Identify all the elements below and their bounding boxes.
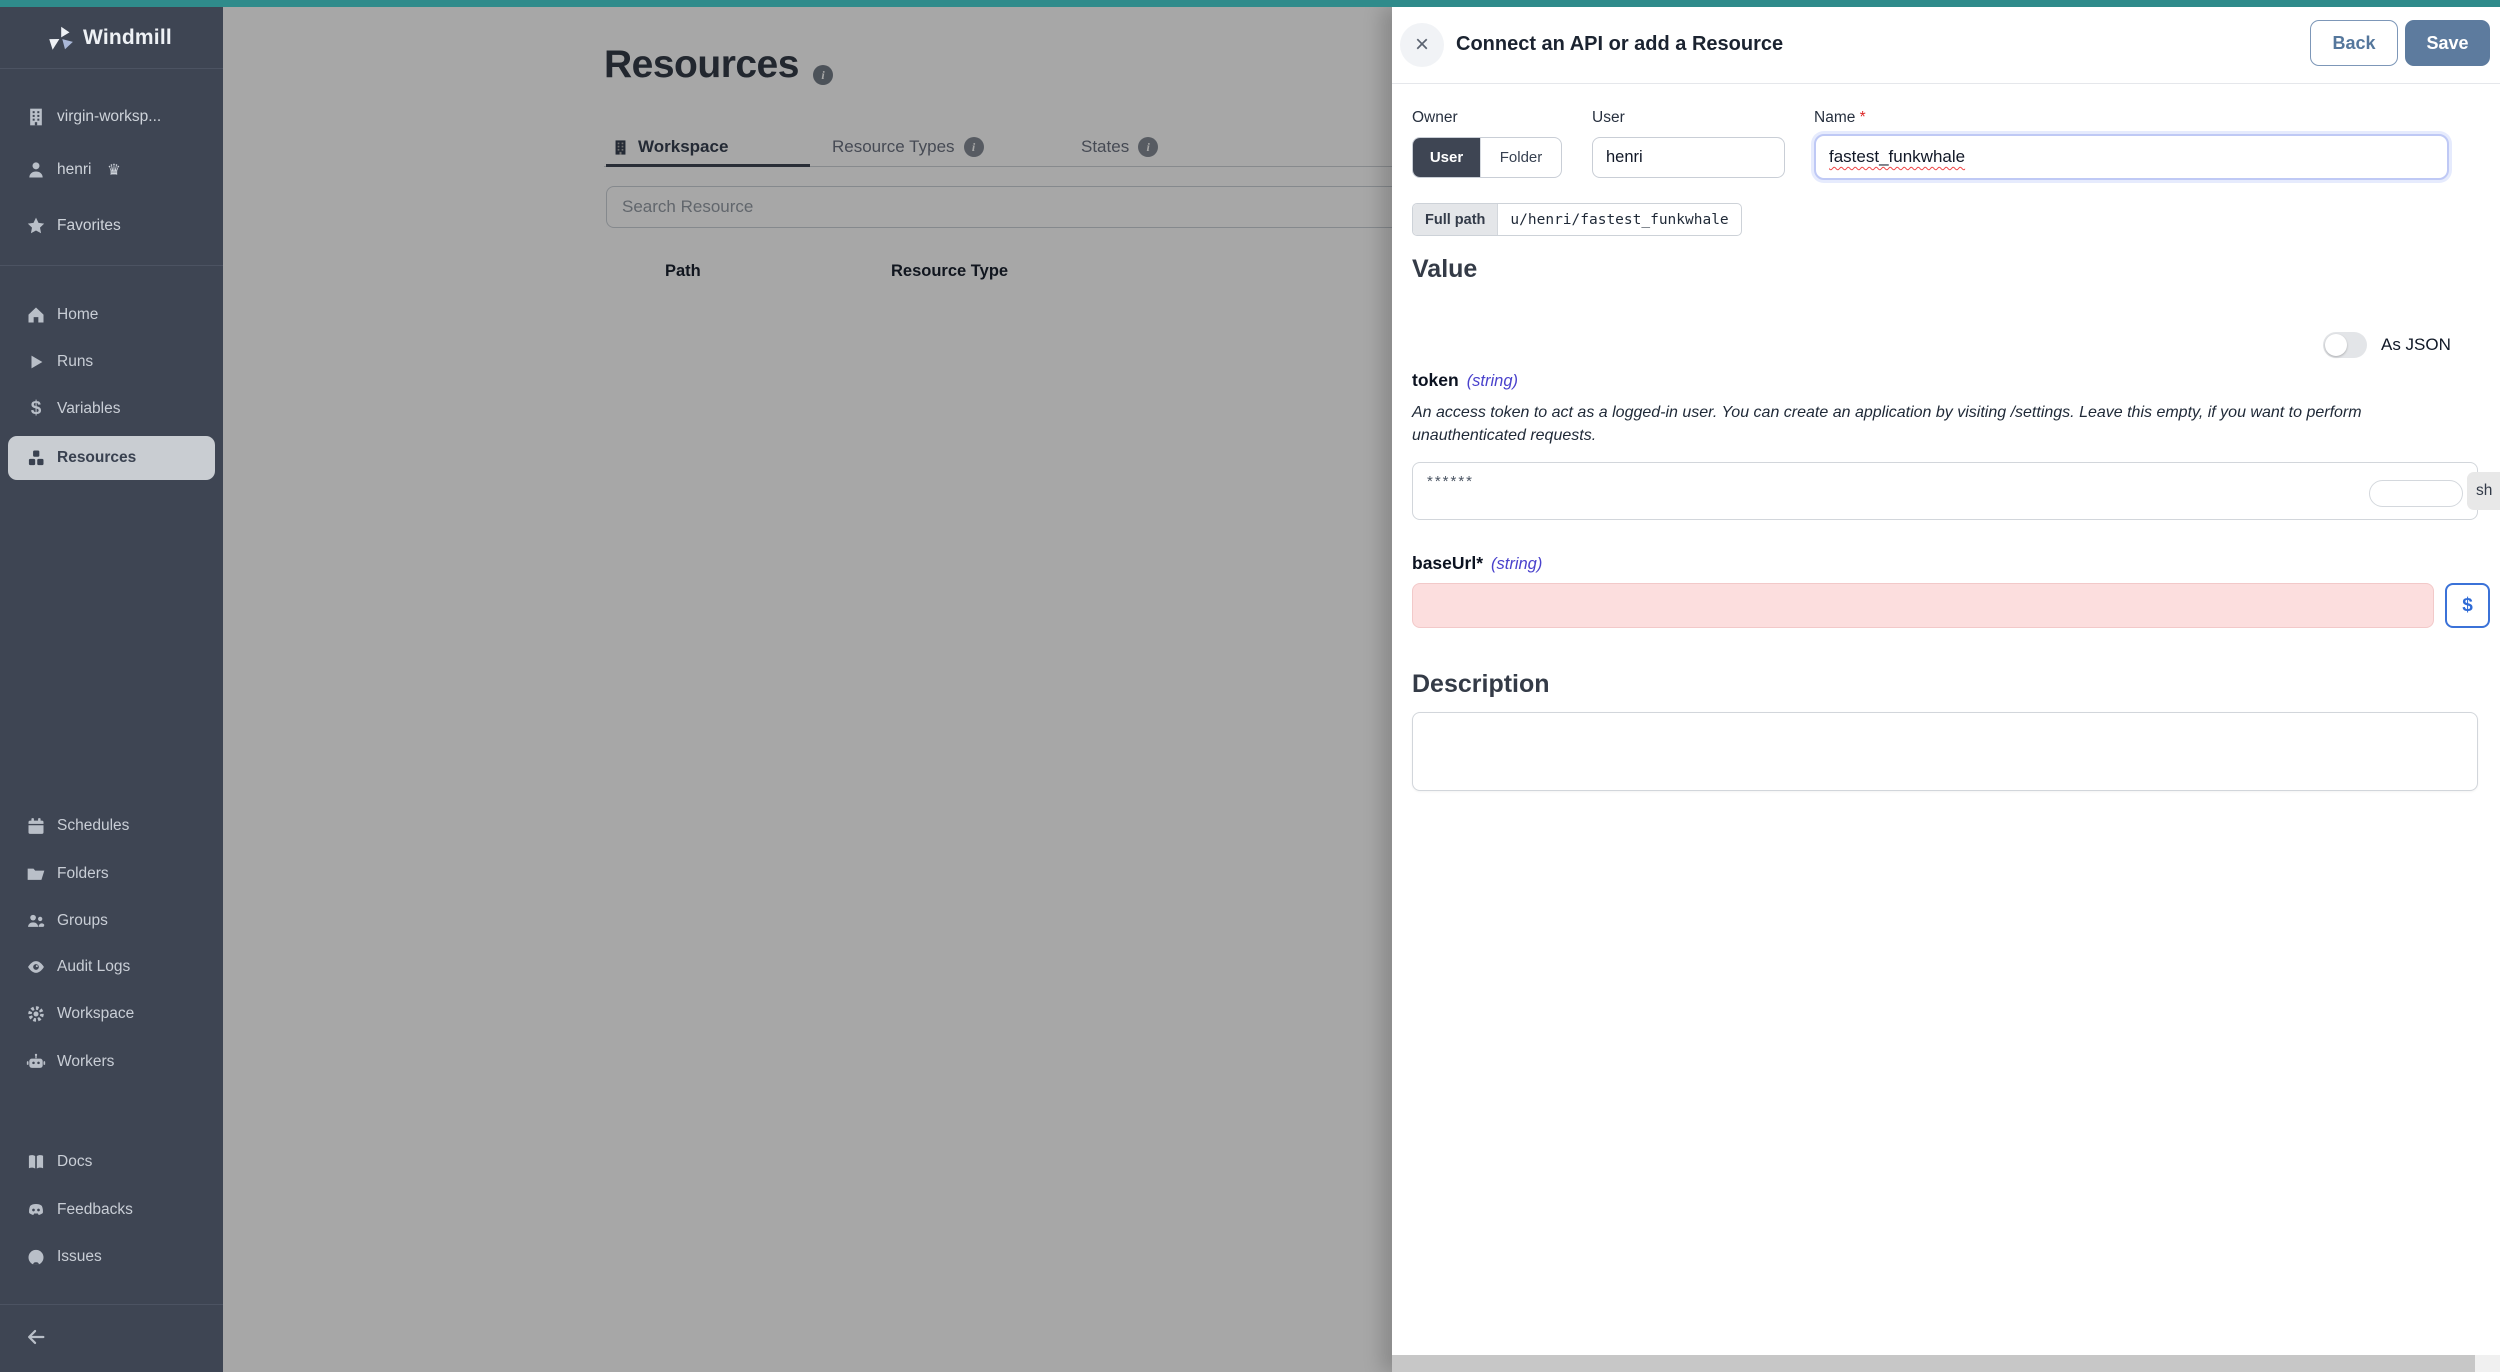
horizontal-scrollbar-thumb[interactable] xyxy=(1392,1355,2475,1372)
sidebar-item-feedbacks[interactable]: Feedbacks xyxy=(0,1190,223,1230)
baseurl-field-label: baseUrl*(string) xyxy=(1412,553,1542,574)
sidebar-divider xyxy=(0,265,223,266)
value-section-heading: Value xyxy=(1412,255,1477,284)
users-icon xyxy=(25,910,47,932)
toggle-knob xyxy=(2325,334,2347,356)
cubes-icon xyxy=(25,447,47,469)
token-field-label: token(string) xyxy=(1412,370,1518,391)
variable-picker-button[interactable]: $ xyxy=(2445,583,2490,628)
eye-icon xyxy=(25,956,47,978)
user-name: henri xyxy=(57,161,91,179)
sidebar-item-workers[interactable]: Workers xyxy=(0,1042,223,1082)
sidebar-divider xyxy=(0,1304,223,1305)
horizontal-scrollbar xyxy=(1392,1355,2500,1372)
top-loading-bar xyxy=(0,0,2500,7)
sidebar-item-schedules[interactable]: Schedules xyxy=(0,806,223,846)
owner-toggle: User Folder xyxy=(1412,137,1562,178)
building-icon xyxy=(25,106,47,128)
full-path-label: Full path xyxy=(1413,204,1498,235)
save-button[interactable]: Save xyxy=(2405,20,2490,66)
crown-icon: ♛ xyxy=(107,161,121,180)
folder-icon xyxy=(25,863,47,885)
windmill-logo-icon xyxy=(47,25,74,52)
resource-drawer: × Connect an API or add a Resource Back … xyxy=(1392,7,2500,1372)
owner-label: Owner xyxy=(1412,109,1458,127)
sidebar-item-resources[interactable]: Resources xyxy=(0,438,223,478)
sidebar-item-workspace-settings[interactable]: Workspace xyxy=(0,994,223,1034)
owner-user-input[interactable]: henri xyxy=(1592,137,1785,178)
calendar-icon xyxy=(25,815,47,837)
home-icon xyxy=(25,304,47,326)
sidebar-item-docs[interactable]: Docs xyxy=(0,1142,223,1182)
favorites-label: Favorites xyxy=(57,217,121,235)
owner-option-user[interactable]: User xyxy=(1413,138,1480,177)
workspace-name: virgin-worksp... xyxy=(57,108,161,126)
app-logo[interactable]: Windmill xyxy=(47,22,172,54)
robot-icon xyxy=(25,1051,47,1073)
drawer-title: Connect an API or add a Resource xyxy=(1456,33,1783,56)
sidebar-item-audit-logs[interactable]: Audit Logs xyxy=(0,947,223,987)
baseurl-input[interactable] xyxy=(1412,583,2434,628)
owner-option-folder[interactable]: Folder xyxy=(1480,138,1561,177)
as-json-label: As JSON xyxy=(2381,335,2451,355)
sidebar-item-runs[interactable]: Runs xyxy=(0,342,223,382)
description-section-heading: Description xyxy=(1412,670,1550,699)
sidebar-item-issues[interactable]: Issues xyxy=(0,1237,223,1277)
sidebar-item-user[interactable]: henri ♛ xyxy=(0,150,223,190)
required-asterisk: * xyxy=(1476,553,1483,573)
sidebar-item-favorites[interactable]: Favorites xyxy=(0,206,223,246)
resource-name-input[interactable]: fastest_funkwhale xyxy=(1814,134,2449,180)
token-field-description: An access token to act as a logged-in us… xyxy=(1412,401,2422,447)
sidebar-item-home[interactable]: Home xyxy=(0,295,223,335)
gear-icon xyxy=(25,1003,47,1025)
back-button[interactable]: Back xyxy=(2310,20,2398,66)
sidebar-item-groups[interactable]: Groups xyxy=(0,901,223,941)
show-password-chip[interactable]: sh xyxy=(2467,472,2500,510)
name-field-label: Name * xyxy=(1814,109,1866,127)
full-path-chip: Full path u/henri/fastest_funkwhale xyxy=(1412,203,1742,236)
sidebar-item-variables[interactable]: $ Variables xyxy=(0,389,223,429)
token-masked-value: ****** xyxy=(1427,473,1474,490)
token-input[interactable]: ****** xyxy=(1412,462,2478,520)
star-icon xyxy=(25,215,47,237)
description-textarea[interactable] xyxy=(1412,712,2478,791)
github-icon xyxy=(25,1246,47,1268)
close-icon[interactable]: × xyxy=(1400,23,1444,67)
discord-icon xyxy=(25,1199,47,1221)
dollar-icon: $ xyxy=(25,398,47,420)
sidebar-item-folders[interactable]: Folders xyxy=(0,854,223,894)
sidebar-item-workspace-switcher[interactable]: virgin-worksp... xyxy=(0,97,223,137)
token-inline-button[interactable] xyxy=(2369,480,2463,507)
drawer-header-divider xyxy=(1392,83,2500,84)
play-icon xyxy=(25,351,47,373)
required-asterisk: * xyxy=(1860,109,1866,126)
as-json-toggle[interactable] xyxy=(2323,332,2367,358)
sidebar: Windmill virgin-worksp... henri ♛ Favori… xyxy=(0,0,223,1372)
book-icon xyxy=(25,1151,47,1173)
sidebar-divider xyxy=(0,68,223,69)
arrow-left-icon xyxy=(25,1326,47,1348)
sidebar-collapse-button[interactable] xyxy=(0,1317,223,1357)
full-path-value: u/henri/fastest_funkwhale xyxy=(1498,204,1740,235)
app-name: Windmill xyxy=(83,26,172,50)
user-icon xyxy=(25,159,47,181)
user-field-label: User xyxy=(1592,109,1625,127)
